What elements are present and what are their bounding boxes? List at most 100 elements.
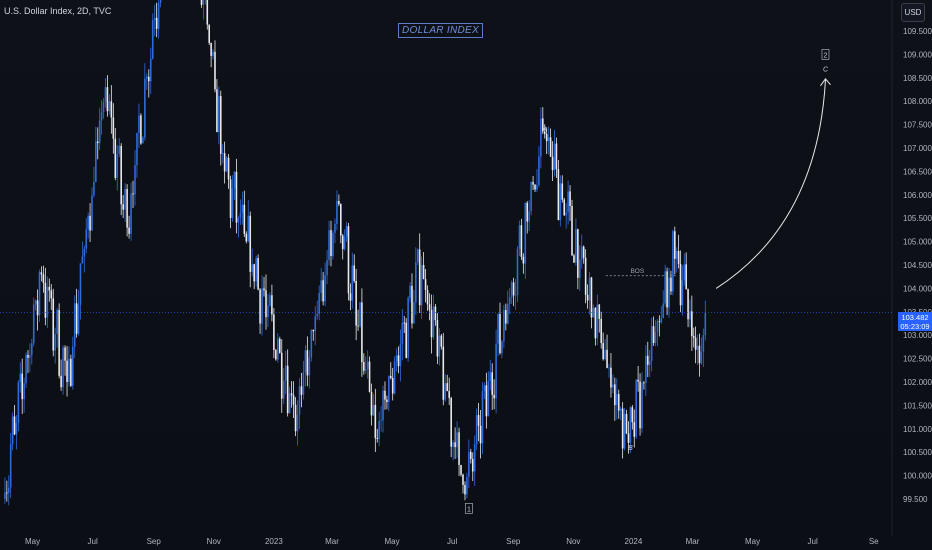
candle-body (401, 322, 404, 345)
candle-body (399, 344, 402, 367)
candle-body (32, 304, 35, 344)
candle-body (347, 226, 350, 294)
y-tick-label: 104.500 (903, 261, 932, 270)
candle-body (212, 51, 214, 56)
candle-body (322, 280, 324, 302)
candle-body (393, 361, 396, 394)
candle-body (499, 314, 501, 354)
candle-body (629, 407, 632, 443)
candle-body (128, 227, 130, 234)
x-tick-label: May (25, 537, 40, 546)
candle-body (19, 373, 22, 383)
candle-body (497, 314, 499, 344)
candle-body (7, 487, 10, 493)
candle-body (530, 182, 532, 212)
candle-body (520, 225, 523, 257)
candle-body (243, 204, 246, 234)
candle-body (340, 204, 342, 236)
candle-body (40, 272, 43, 275)
candle-body (294, 404, 297, 432)
candle-body (50, 290, 53, 299)
candle-body (694, 337, 697, 350)
candle-body (239, 212, 242, 218)
candle-body (124, 189, 126, 210)
candle-body (320, 280, 322, 294)
candle-body (296, 414, 299, 432)
candle-body (73, 303, 76, 347)
candle-body (120, 145, 122, 205)
candle-body (366, 361, 369, 369)
candle-body (79, 263, 82, 305)
candle-body (704, 312, 707, 336)
candle-body (590, 277, 593, 318)
candle-body (458, 432, 460, 465)
candle-body (619, 408, 622, 411)
candle-body (343, 236, 346, 250)
candle-body (130, 193, 132, 234)
candle-body (132, 193, 134, 195)
candle-body (668, 277, 670, 308)
candle-body (580, 246, 583, 260)
candle-body (553, 143, 556, 171)
candle-body (493, 394, 495, 399)
candle-body (306, 350, 309, 376)
candle-body (17, 382, 20, 423)
candle-body (575, 229, 577, 263)
candle-body (442, 346, 445, 400)
y-tick-label: 107.000 (903, 144, 932, 153)
candle-body (341, 235, 344, 250)
candle-body (397, 355, 400, 367)
candle-body (112, 117, 115, 139)
candle-body (561, 183, 564, 200)
candle-body (114, 138, 117, 178)
candle-body (277, 338, 279, 360)
candle-body (559, 183, 562, 221)
candle-body (418, 249, 421, 306)
candle-body (142, 137, 144, 144)
candle-body (91, 195, 93, 231)
candle-body (551, 156, 554, 171)
candle-body (578, 259, 581, 278)
candle-body (436, 320, 439, 357)
candle-body (134, 165, 136, 195)
currency-button[interactable]: USD (901, 3, 925, 22)
price-chart[interactable]: 99.500 100.000 100.500 101.000 101.500 102.00… (0, 0, 932, 550)
candle-body (625, 413, 628, 434)
wave-label-1: 1 (467, 506, 471, 513)
candle-body (216, 89, 218, 133)
candle-body (635, 379, 637, 437)
candle-body (259, 289, 261, 324)
symbol-label[interactable]: U.S. Dollar Index, 2D, TVC (4, 6, 111, 16)
candle-body (650, 326, 653, 361)
candle-body (464, 484, 466, 495)
candle-body (677, 250, 680, 264)
candle-body (528, 211, 530, 222)
candle-body (658, 321, 661, 323)
candle-body (685, 264, 687, 290)
candle-body (54, 334, 57, 351)
candle-body (83, 248, 86, 257)
candle-body (249, 215, 252, 272)
candle-body (96, 141, 99, 144)
candle-body (208, 24, 211, 43)
x-tick-label: Se (869, 537, 879, 546)
candle-body (424, 279, 427, 290)
candle-body (334, 223, 336, 233)
candle-body (292, 395, 295, 405)
candle-body (614, 384, 616, 406)
candle-body (395, 355, 398, 362)
candle-body (11, 416, 14, 445)
y-tick-label: 99.500 (903, 495, 928, 504)
candle-body (60, 375, 62, 388)
candle-body (261, 288, 263, 324)
candle-body (415, 262, 417, 303)
candle-body (532, 182, 534, 185)
candle-body (692, 336, 695, 338)
candle-body (87, 215, 89, 230)
y-tick-label: 109.500 (903, 27, 932, 36)
candle-body (157, 2, 160, 29)
candle-body (159, 0, 162, 3)
candle-body (547, 137, 550, 142)
candle-body (612, 384, 614, 388)
candle-body (440, 335, 443, 347)
